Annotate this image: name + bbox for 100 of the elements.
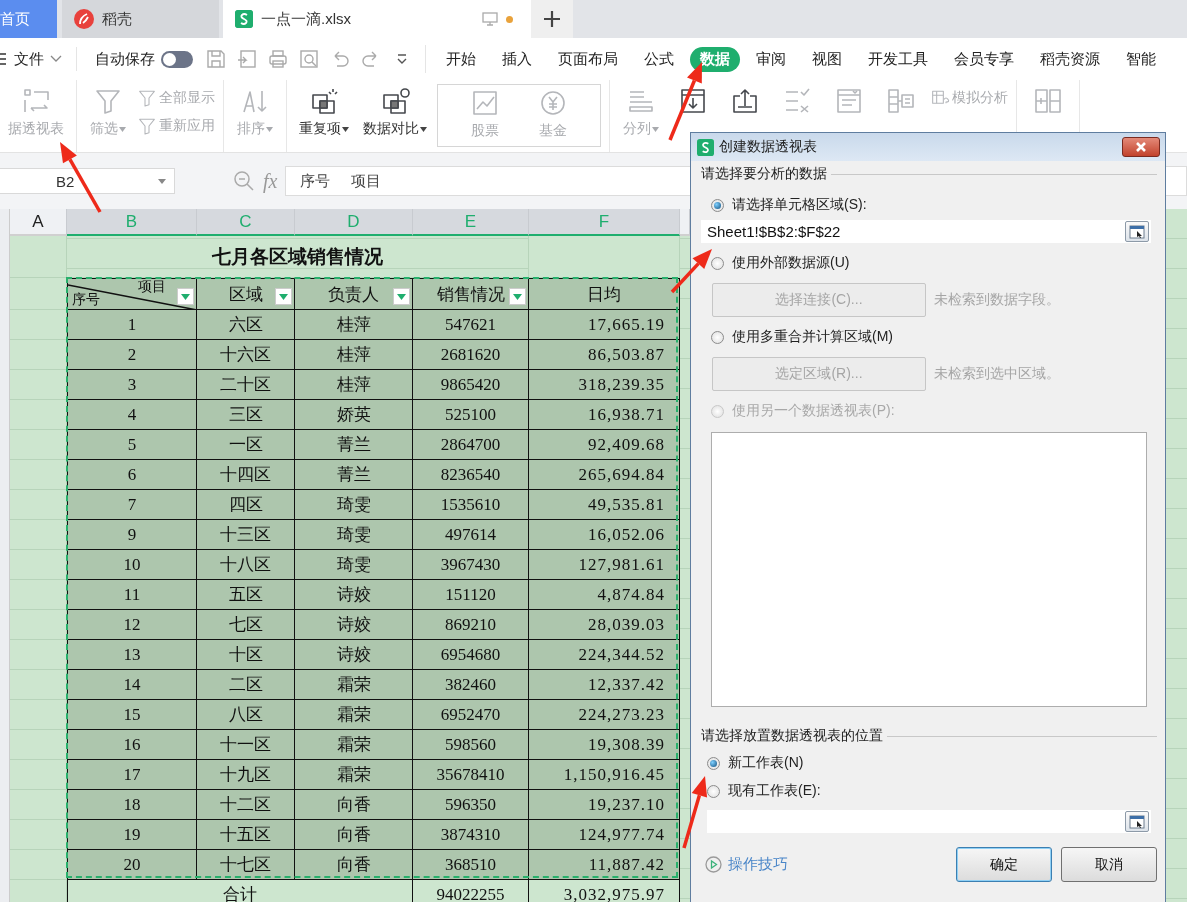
- table-cell: 十一区: [197, 730, 295, 760]
- table-cell: 9: [67, 520, 197, 550]
- table-cell: 三区: [197, 400, 295, 430]
- table-cell: 十七区: [197, 850, 295, 880]
- table-cell: 十四区: [197, 460, 295, 490]
- table-cell: 368510: [413, 850, 529, 880]
- table-cell: 合计: [67, 880, 413, 902]
- table-cell: 2681620: [413, 340, 529, 370]
- header-label: 负责人: [328, 283, 379, 306]
- table-cell: 18: [67, 790, 197, 820]
- table-cell: 十五区: [197, 820, 295, 850]
- table-cell: 20: [67, 850, 197, 880]
- table-cell: 十区: [197, 640, 295, 670]
- table-cell: 1: [67, 310, 197, 340]
- table-cell: 525100: [413, 400, 529, 430]
- table-cell: 4,874.84: [529, 580, 680, 610]
- table-cell: 4: [67, 400, 197, 430]
- table-cell: 92,409.68: [529, 430, 680, 460]
- table-cell: 霜荣: [295, 730, 413, 760]
- table-cell: 桂萍: [295, 310, 413, 340]
- table-cell: 16: [67, 730, 197, 760]
- table-cell: 2864700: [413, 430, 529, 460]
- table-cell: 桂萍: [295, 370, 413, 400]
- table-cell: 1535610: [413, 490, 529, 520]
- status-note: 未检索到数据字段。: [934, 291, 1060, 309]
- table-cell: 6952470: [413, 700, 529, 730]
- table-cell: 琦雯: [295, 520, 413, 550]
- table-cell: 霜荣: [295, 700, 413, 730]
- header-label: 日均: [587, 283, 621, 306]
- table-cell: 6: [67, 460, 197, 490]
- table-cell: 596350: [413, 790, 529, 820]
- status-note: 未检索到选中区域。: [934, 365, 1060, 383]
- table-cell: 869210: [413, 610, 529, 640]
- table-cell: 9865420: [413, 370, 529, 400]
- table-cell: 19: [67, 820, 197, 850]
- table-cell: 151120: [413, 580, 529, 610]
- table-cell: 3,032,975.97: [529, 880, 680, 902]
- table-cell: 一区: [197, 430, 295, 460]
- table-cell: 5: [67, 430, 197, 460]
- table-cell: 二区: [197, 670, 295, 700]
- table-cell: 11: [67, 580, 197, 610]
- table-cell: 1,150,916.45: [529, 760, 680, 790]
- table-cell: 14: [67, 670, 197, 700]
- table-cell: 19,308.39: [529, 730, 680, 760]
- table-cell: 124,977.74: [529, 820, 680, 850]
- table-cell: 十九区: [197, 760, 295, 790]
- table-cell: 菁兰: [295, 430, 413, 460]
- table-cell: 十二区: [197, 790, 295, 820]
- table-cell: 86,503.87: [529, 340, 680, 370]
- table-cell: 49,535.81: [529, 490, 680, 520]
- table-cell: 598560: [413, 730, 529, 760]
- table-cell: 265,694.84: [529, 460, 680, 490]
- section-heading: 请选择放置数据透视表的位置: [701, 727, 883, 745]
- table-cell: 94022255: [413, 880, 529, 902]
- header-label: 区域: [228, 283, 263, 306]
- table-cell: 382460: [413, 670, 529, 700]
- table-cell: 七区: [197, 610, 295, 640]
- table-cell: 向香: [295, 820, 413, 850]
- table-cell: 诗姣: [295, 610, 413, 640]
- table-cell: 十六区: [197, 340, 295, 370]
- table-cell: 497614: [413, 520, 529, 550]
- table-cell: 16,052.06: [529, 520, 680, 550]
- table-cell: 17,665.19: [529, 310, 680, 340]
- table-cell: 17: [67, 760, 197, 790]
- table-cell: 12: [67, 610, 197, 640]
- table-cell: 224,273.23: [529, 700, 680, 730]
- table-cell: 35678410: [413, 760, 529, 790]
- table-cell: 桂萍: [295, 340, 413, 370]
- header-label: 序号: [72, 292, 100, 308]
- table-cell: 诗姣: [295, 580, 413, 610]
- table-cell: 3967430: [413, 550, 529, 580]
- dialog-title: 创建数据透视表: [719, 138, 817, 156]
- table-cell: 547621: [413, 310, 529, 340]
- table-cell: 224,344.52: [529, 640, 680, 670]
- table-cell: 15: [67, 700, 197, 730]
- table-cell: 霜荣: [295, 760, 413, 790]
- table-cell: 10: [67, 550, 197, 580]
- table-cell: 28,039.03: [529, 610, 680, 640]
- table-cell: 八区: [197, 700, 295, 730]
- table-cell: 318,239.35: [529, 370, 680, 400]
- table-cell: 12,337.42: [529, 670, 680, 700]
- table-cell: 二十区: [197, 370, 295, 400]
- table-cell: 霜荣: [295, 670, 413, 700]
- table-cell: 3874310: [413, 820, 529, 850]
- table-cell: 19,237.10: [529, 790, 680, 820]
- table-cell: 六区: [197, 310, 295, 340]
- table-cell: 菁兰: [295, 460, 413, 490]
- table-cell: 8236540: [413, 460, 529, 490]
- table-cell: 3: [67, 370, 197, 400]
- section-heading: 请选择要分析的数据: [701, 165, 827, 183]
- header-label: 销售情况: [436, 283, 505, 306]
- table-cell: 向香: [295, 850, 413, 880]
- table-cell: 13: [67, 640, 197, 670]
- table-cell: 127,981.61: [529, 550, 680, 580]
- table-cell: 诗姣: [295, 640, 413, 670]
- table-cell: 向香: [295, 790, 413, 820]
- table-cell: 11,887.42: [529, 850, 680, 880]
- table-cell: 7: [67, 490, 197, 520]
- header-label: 项目: [138, 279, 166, 295]
- table-cell: 四区: [197, 490, 295, 520]
